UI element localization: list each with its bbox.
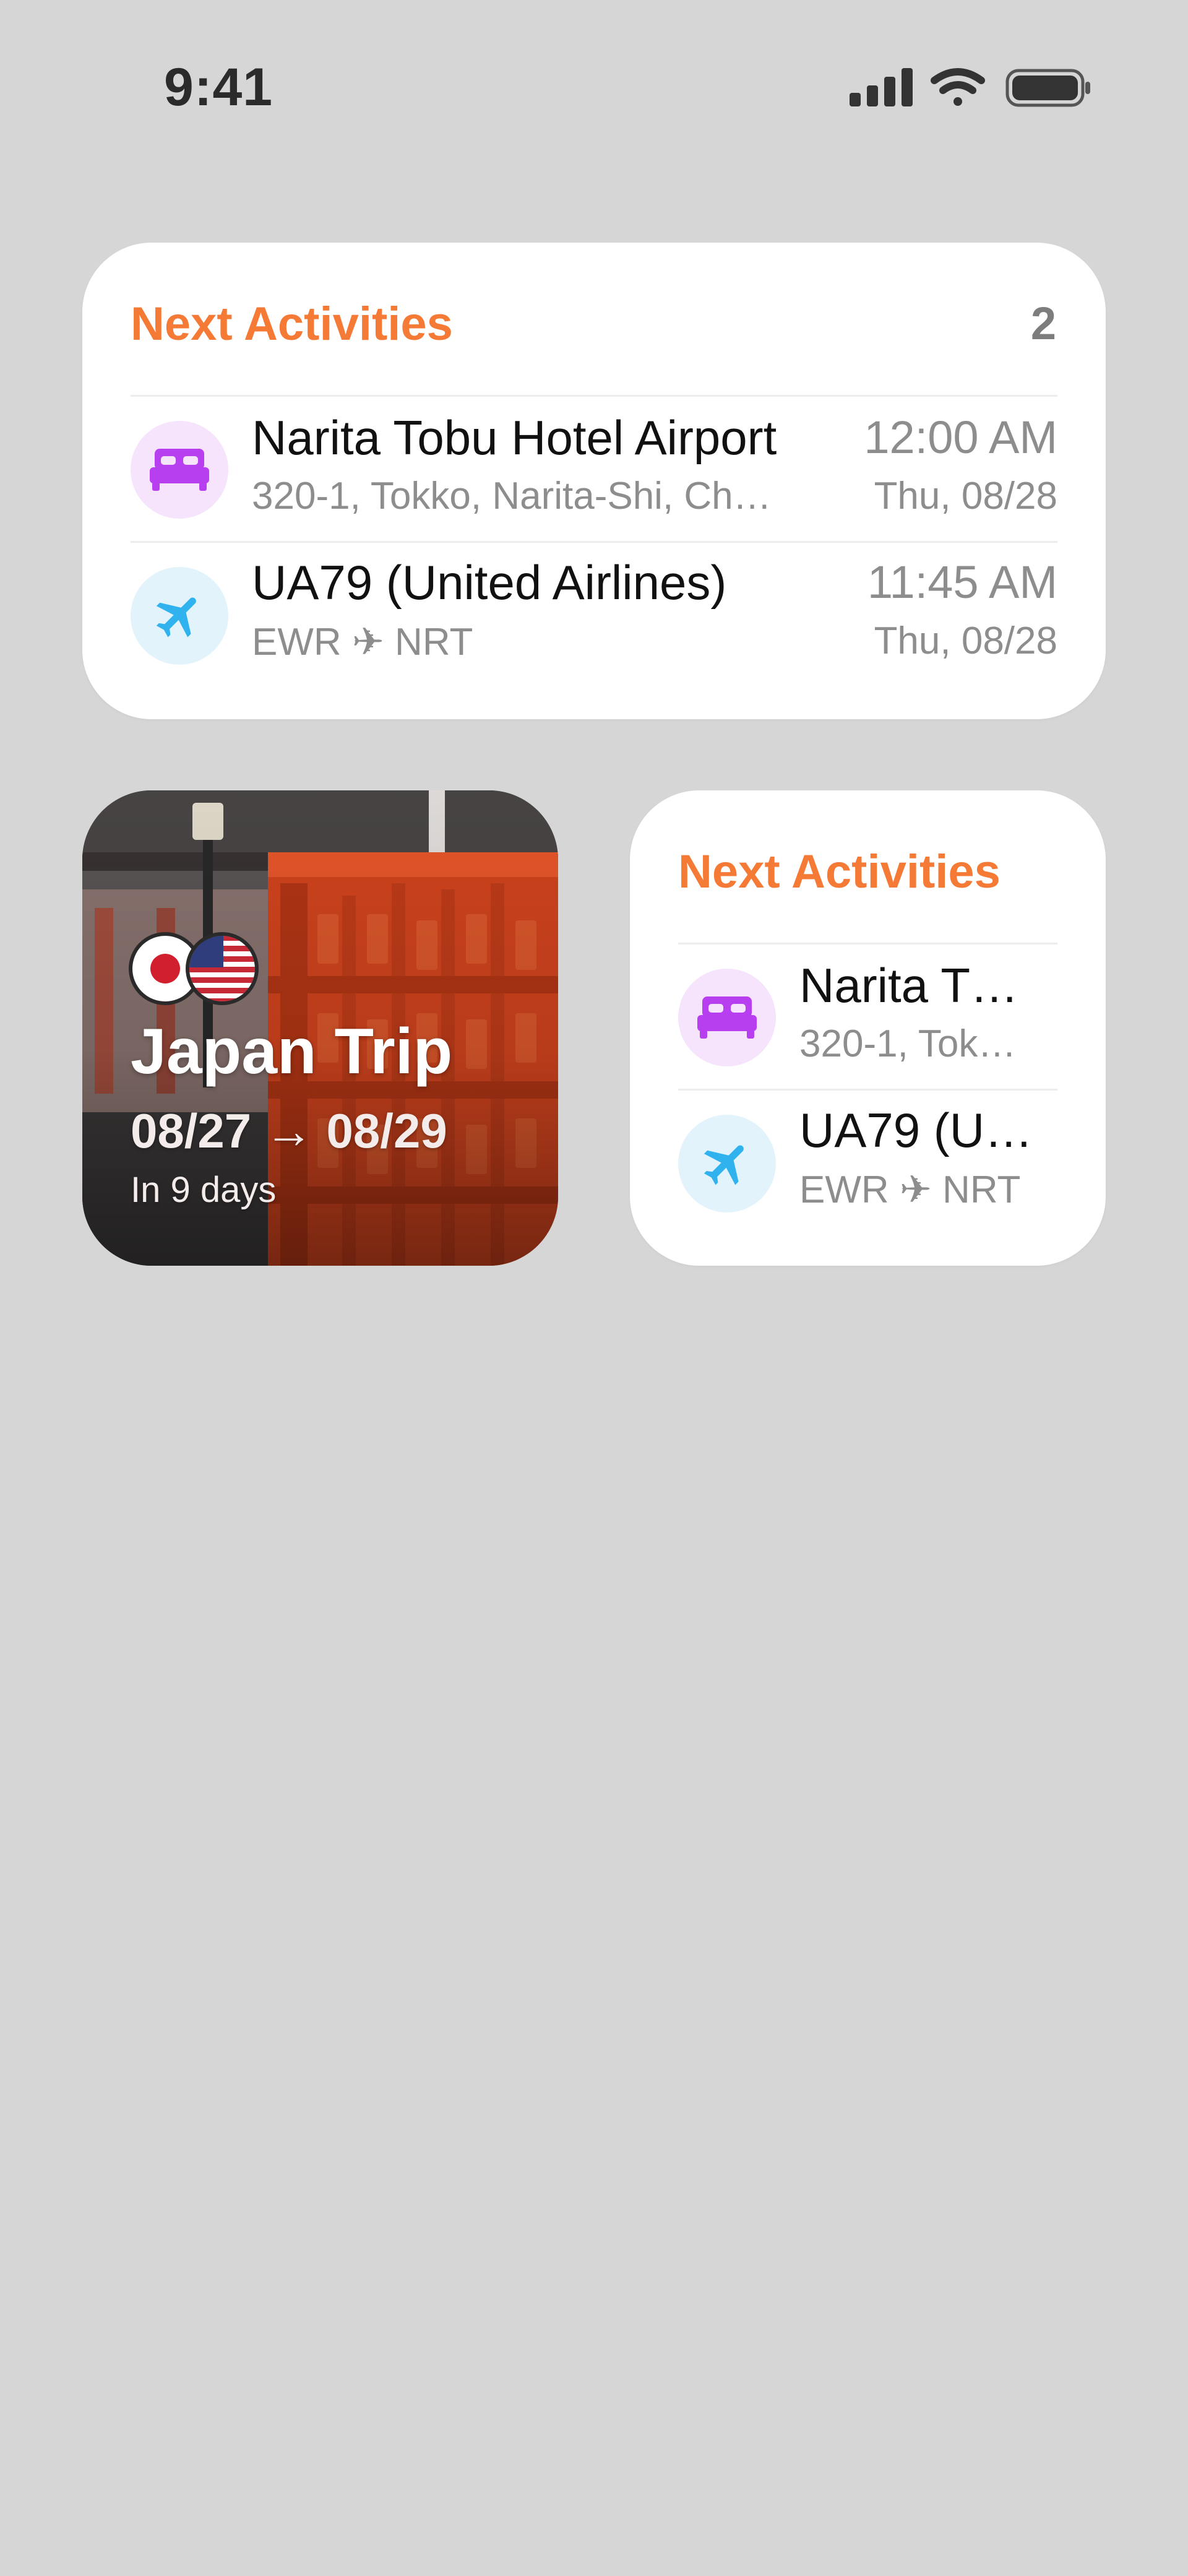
trip-widget[interactable]: Japan Trip 08/27 → 08/29 In 9 days (82, 790, 558, 1266)
battery-icon (1005, 69, 1090, 107)
activity-subtitle: EWR ✈ NRT (799, 1169, 1021, 1211)
activity-time: 12:00 AM (864, 412, 1057, 463)
next-activities-widget-small[interactable]: Next Activities Narita T… 320-1, Tok… UA… (630, 790, 1106, 1266)
activity-subtitle: 320-1, Tokko, Narita-Shi, Ch… (252, 475, 772, 517)
activity-time: 11:45 AM (867, 556, 1057, 608)
activity-subtitle: 320-1, Tok… (799, 1022, 1017, 1065)
activity-row-hotel[interactable]: Narita T… 320-1, Tok… (630, 945, 1106, 1089)
status-time: 9:41 (164, 58, 273, 117)
trip-dates: 08/27 → 08/29 (131, 1104, 447, 1158)
wifi-icon (931, 68, 985, 106)
activity-title: Narita Tobu Hotel Airport (252, 410, 777, 465)
activity-title: UA79 (U… (799, 1103, 1033, 1157)
activity-count: 2 (1030, 298, 1056, 349)
divider (678, 943, 1057, 944)
activity-subtitle: EWR ✈ NRT (252, 621, 473, 663)
airplane-icon (678, 1115, 776, 1212)
widget-title: Next Activities (678, 845, 1001, 898)
bed-icon (131, 421, 228, 519)
activity-date: Thu, 08/28 (874, 475, 1057, 517)
activity-title: Narita T… (799, 958, 1018, 1013)
widget-title: Next Activities (131, 298, 453, 350)
usa-flag-icon (186, 932, 259, 1005)
next-activities-widget-large[interactable]: Next Activities 2 Narita Tobu Hotel Airp… (82, 243, 1106, 719)
activity-row-hotel[interactable]: Narita Tobu Hotel Airport 320-1, Tokko, … (82, 397, 1106, 541)
divider (131, 395, 1057, 397)
bed-icon (678, 969, 776, 1066)
airplane-icon (131, 567, 228, 665)
trip-countdown: In 9 days (131, 1170, 277, 1210)
signal-icon (850, 68, 913, 106)
divider (678, 1089, 1057, 1091)
activity-date: Thu, 08/28 (874, 620, 1057, 662)
activity-row-flight[interactable]: UA79 (United Airlines) EWR ✈ NRT 11:45 A… (82, 543, 1106, 687)
status-icons (850, 67, 1091, 110)
trip-title: Japan Trip (131, 1016, 453, 1087)
activity-row-flight[interactable]: UA79 (U… EWR ✈ NRT (630, 1091, 1106, 1235)
divider (131, 541, 1057, 543)
activity-title: UA79 (United Airlines) (252, 555, 727, 610)
